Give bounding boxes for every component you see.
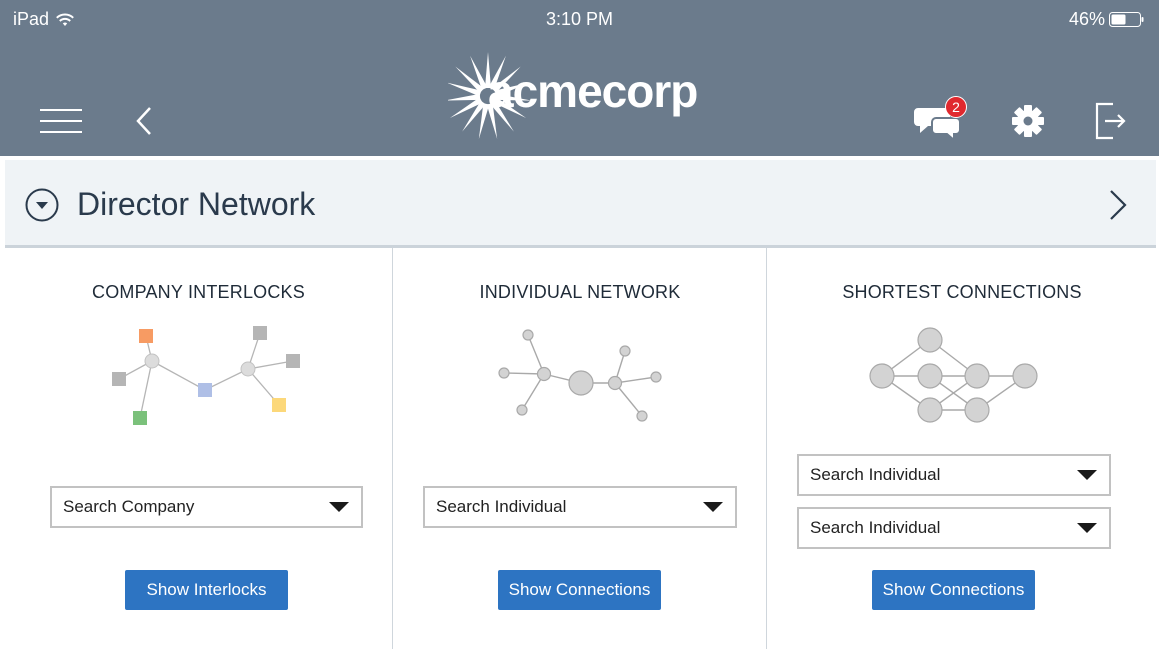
select-label: Search Individual xyxy=(436,497,567,516)
battery-icon xyxy=(1109,12,1144,27)
panel-title: INDIVIDUAL NETWORK xyxy=(479,282,681,302)
company-interlocks-panel: COMPANY INTERLOCKS Search Company Show I… xyxy=(5,248,393,649)
top-bar: iPad 3:10 PM 46% acmecorp 2 xyxy=(0,0,1159,156)
individual-network-panel: INDIVIDUAL NETWORK Search Individual Sho… xyxy=(394,248,767,649)
panel-title: SHORTEST CONNECTIONS xyxy=(842,282,1082,302)
search-individual-select[interactable]: Search Individual xyxy=(423,486,737,528)
chevron-left-icon xyxy=(136,107,151,135)
search-individual-select-1[interactable]: Search Individual xyxy=(797,454,1111,496)
messages-badge: 2 xyxy=(945,96,967,118)
shortest-connections-panel: SHORTEST CONNECTIONS Search Individual S… xyxy=(768,248,1156,649)
individual-network-illustration-icon xyxy=(498,329,662,422)
section-header: Director Network xyxy=(5,160,1156,248)
select-label: Search Individual xyxy=(810,465,941,484)
logout-button[interactable] xyxy=(1090,98,1130,144)
caret-down-icon xyxy=(1077,470,1097,480)
caret-down-icon xyxy=(329,502,349,512)
show-interlocks-button[interactable]: Show Interlocks xyxy=(125,570,288,610)
panel-title: COMPANY INTERLOCKS xyxy=(92,282,305,302)
acmecorp-logo: acmecorp xyxy=(448,50,698,146)
search-individual-select-2[interactable]: Search Individual xyxy=(797,507,1111,549)
select-label: Search Individual xyxy=(810,518,941,537)
logout-icon xyxy=(1095,102,1126,140)
hamburger-icon xyxy=(40,109,82,133)
show-connections-button[interactable]: Show Connections xyxy=(498,570,661,610)
circle-chevron-down-icon[interactable] xyxy=(25,188,59,222)
settings-button[interactable] xyxy=(1008,98,1048,144)
status-time: 3:10 PM xyxy=(545,9,614,29)
select-label: Search Company xyxy=(63,497,195,516)
search-company-select[interactable]: Search Company xyxy=(50,486,363,528)
show-shortest-connections-button[interactable]: Show Connections xyxy=(872,570,1035,610)
chevron-right-icon[interactable] xyxy=(1103,188,1133,222)
caret-down-icon xyxy=(1077,523,1097,533)
caret-down-icon xyxy=(703,502,723,512)
battery-percent: 46% xyxy=(1068,9,1105,29)
page-title: Director Network xyxy=(77,186,316,222)
status-right: 46% xyxy=(1069,9,1145,30)
company-network-illustration-icon xyxy=(112,326,300,425)
logo-wordmark: acmecorp xyxy=(488,65,698,117)
gear-icon xyxy=(1012,105,1044,137)
back-button[interactable] xyxy=(128,98,160,144)
menu-button[interactable] xyxy=(38,98,84,144)
shortest-path-illustration-icon xyxy=(869,327,1038,423)
